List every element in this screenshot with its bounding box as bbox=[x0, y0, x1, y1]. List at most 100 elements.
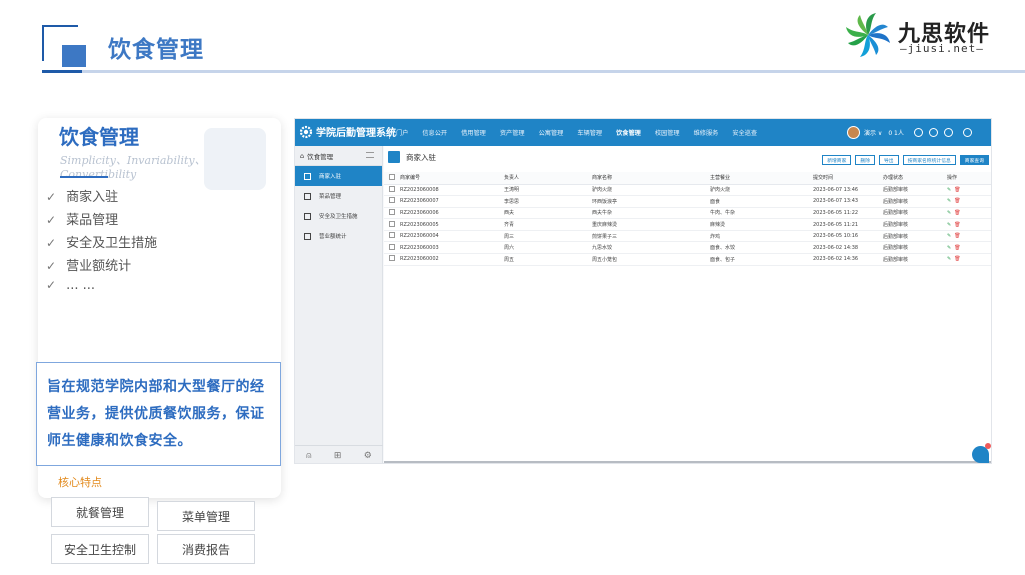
row-select-cell[interactable] bbox=[384, 195, 400, 208]
delete-icon[interactable]: 🗑 bbox=[954, 256, 960, 262]
app-brand[interactable]: 学院后勤管理系统 bbox=[299, 124, 396, 139]
edit-icon[interactable]: ✎ bbox=[947, 187, 951, 193]
forward-icon[interactable] bbox=[928, 128, 938, 137]
home-icon: ⌂ bbox=[300, 151, 305, 160]
row-checkbox[interactable] bbox=[389, 197, 395, 204]
nav-item[interactable]: 车辆管理 bbox=[577, 128, 602, 137]
sidebar-item-revenue[interactable]: 营业额统计 bbox=[295, 226, 382, 246]
table-row[interactable]: RZ2023060005 齐青 重庆麻辣烫 麻辣烫 2023-06-05 11:21 后勤… bbox=[384, 218, 991, 231]
stats-button[interactable]: 按商家名称统计信息 bbox=[902, 155, 956, 165]
horizontal-scrollbar[interactable] bbox=[384, 461, 991, 463]
page-title: 饮食管理 bbox=[108, 37, 204, 63]
edit-icon[interactable]: ✎ bbox=[947, 256, 951, 262]
nav-item-active[interactable]: 饮食管理 bbox=[616, 128, 641, 137]
delete-icon[interactable]: 🗑 bbox=[954, 187, 960, 193]
nav-item[interactable]: 公寓管理 bbox=[539, 128, 564, 137]
row-select-cell[interactable] bbox=[384, 218, 400, 231]
table-row[interactable]: RZ2023060006 西夫 西夫牛杂 牛肉、牛杂 2023-06-05 11:22 后… bbox=[384, 207, 991, 220]
row-checkbox[interactable] bbox=[389, 185, 395, 192]
table-cell: 齐青 bbox=[504, 218, 592, 231]
search-merchant-button[interactable]: 商家查询 bbox=[959, 155, 989, 165]
row-checkbox[interactable] bbox=[389, 220, 395, 227]
table-row[interactable]: RZ2023060003 周六 九思水饺 面食、水饺 2023-06-02 14:38 后… bbox=[384, 241, 991, 255]
brand-logo: 九思软件 —jiusi.net— bbox=[842, 12, 1012, 58]
select-all-cell[interactable] bbox=[384, 172, 400, 185]
user-icon[interactable]: ⍝ bbox=[306, 451, 311, 461]
export-button[interactable]: 导出 bbox=[879, 155, 899, 165]
user-menu[interactable]: 演示 ∨ bbox=[864, 128, 882, 137]
row-select-cell[interactable] bbox=[384, 230, 400, 243]
gear-logo-icon bbox=[299, 125, 313, 138]
app-topbar: 学院后勤管理系统 门户 信息公开 借用管理 资产管理 公寓管理 车辆管理 饮食管… bbox=[295, 119, 991, 146]
row-select-cell[interactable] bbox=[384, 253, 400, 266]
merchant-table: 商家编号 负责人 商家名称 主营餐业 提交时间 办理状态 操作 RZ202306… bbox=[384, 172, 991, 266]
row-select-cell[interactable] bbox=[384, 241, 400, 255]
delete-icon[interactable]: 🗑 bbox=[954, 245, 960, 251]
row-checkbox[interactable] bbox=[389, 232, 395, 239]
row-actions: ✎ 🗑 bbox=[947, 207, 991, 220]
settings-icon[interactable]: ⚙ bbox=[364, 451, 372, 461]
menu-square-icon bbox=[304, 172, 311, 180]
edit-icon[interactable]: ✎ bbox=[947, 222, 951, 228]
row-select-cell[interactable] bbox=[384, 207, 400, 220]
pinwheel-logo-icon bbox=[846, 13, 890, 57]
table-cell: 重庆麻辣烫 bbox=[592, 218, 710, 231]
description-box: 旨在规范学院内部和大型餐厅的经营业务，提供优质餐饮服务，保证师生健康和饮食安全。 bbox=[36, 362, 281, 466]
menu-square-icon bbox=[304, 212, 311, 220]
sidebar-item-dishes[interactable]: 菜品管理 bbox=[295, 186, 382, 206]
table-cell: 后勤部审核 bbox=[883, 207, 947, 220]
app-window: 学院后勤管理系统 门户 信息公开 借用管理 资产管理 公寓管理 车辆管理 饮食管… bbox=[294, 118, 992, 464]
table-cell: RZ2023060007 bbox=[400, 195, 504, 208]
select-all-checkbox[interactable] bbox=[389, 173, 395, 180]
row-select-cell[interactable] bbox=[384, 184, 400, 197]
sidebar-item-merchant[interactable]: 商家入驻 bbox=[295, 166, 382, 186]
add-merchant-button[interactable]: 新增商家 bbox=[822, 155, 852, 165]
table-cell: 西夫 bbox=[504, 207, 592, 220]
row-checkbox[interactable] bbox=[389, 243, 395, 250]
delete-icon[interactable]: 🗑 bbox=[954, 233, 960, 239]
grid-icon[interactable]: ⊞ bbox=[334, 451, 342, 461]
table-cell: 面食 bbox=[710, 195, 813, 208]
power-icon[interactable] bbox=[962, 128, 972, 137]
delete-icon[interactable]: 🗑 bbox=[954, 210, 960, 216]
row-checkbox[interactable] bbox=[389, 208, 395, 215]
edit-icon[interactable]: ✎ bbox=[947, 198, 951, 204]
nav-item[interactable]: 门户 bbox=[396, 128, 408, 137]
nav-item[interactable]: 资产管理 bbox=[500, 128, 525, 137]
toolbar: 新增商家 删除 导出 按商家名称统计信息 商家查询 bbox=[818, 155, 989, 165]
menu-toggle-icon[interactable] bbox=[366, 152, 374, 158]
table-row[interactable]: RZ2023060007 李思思 环西饭浪亭 面食 2023-06-07 13:43 后勤… bbox=[384, 195, 991, 208]
feature-item: ✓ 安全及卫生措施 bbox=[46, 236, 158, 251]
table-row[interactable]: RZ2023060004 周三 煎饼果子三 炸鸡 2023-06-05 10:16 后勤部… bbox=[384, 230, 991, 243]
breadcrumb: 商家入驻 bbox=[388, 151, 436, 163]
table-row[interactable]: RZ2023060008 王涛明 驴肉火烧 驴肉火烧 2023-06-07 13:46 后… bbox=[384, 184, 991, 197]
nav-item[interactable]: 安全巡查 bbox=[732, 128, 757, 137]
row-actions: ✎ 🗑 bbox=[947, 218, 991, 231]
card-title: 饮食管理 bbox=[59, 125, 139, 149]
table-cell: 2023-06-05 11:21 bbox=[813, 218, 883, 231]
nav-item[interactable]: 校园管理 bbox=[655, 128, 680, 137]
table-row[interactable]: RZ2023060002 周五 周五小笼包 面食、包子 2023-06-02 14:36… bbox=[384, 253, 991, 266]
nav-item[interactable]: 信息公开 bbox=[422, 128, 447, 137]
back-icon[interactable] bbox=[913, 128, 923, 137]
refresh-icon[interactable] bbox=[943, 128, 953, 137]
delete-icon[interactable]: 🗑 bbox=[954, 222, 960, 228]
edit-icon[interactable]: ✎ bbox=[947, 245, 951, 251]
sidebar-item-safety[interactable]: 安全及卫生措施 bbox=[295, 206, 382, 226]
user-avatar[interactable] bbox=[847, 126, 860, 139]
edit-icon[interactable]: ✎ bbox=[947, 210, 951, 216]
table-cell: 周三 bbox=[504, 230, 592, 243]
column-header: 办理状态 bbox=[883, 172, 947, 185]
tag-menu: 菜单管理 bbox=[157, 501, 255, 531]
table-cell: 西夫牛杂 bbox=[592, 207, 710, 220]
nav-item[interactable]: 维修服务 bbox=[694, 128, 719, 137]
nav-item[interactable]: 借用管理 bbox=[461, 128, 486, 137]
open-link-icon[interactable] bbox=[388, 151, 400, 163]
table-header-row: 商家编号 负责人 商家名称 主营餐业 提交时间 办理状态 操作 bbox=[384, 172, 991, 185]
delete-icon[interactable]: 🗑 bbox=[954, 198, 960, 204]
edit-icon[interactable]: ✎ bbox=[947, 233, 951, 239]
delete-button[interactable]: 删除 bbox=[855, 155, 875, 165]
online-count[interactable]: 0 1人 bbox=[888, 128, 904, 137]
row-checkbox[interactable] bbox=[389, 255, 395, 262]
table-cell: 面食、包子 bbox=[710, 253, 813, 266]
